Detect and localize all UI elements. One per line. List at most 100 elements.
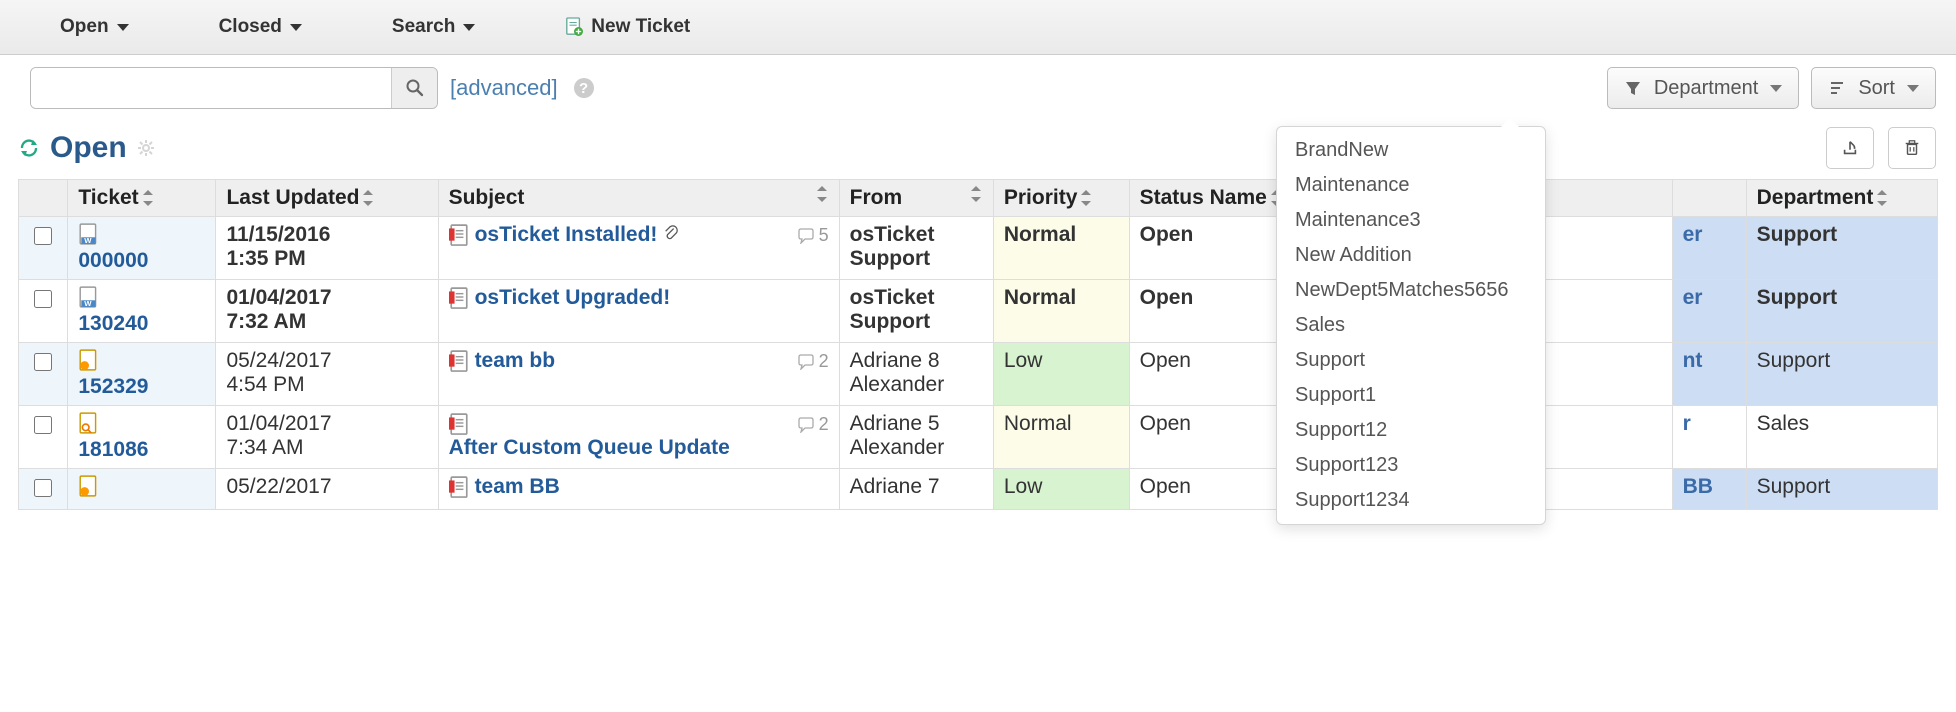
department-menu-item[interactable]: Support xyxy=(1277,343,1545,378)
nav-open-label: Open xyxy=(60,16,109,38)
row-checkbox[interactable] xyxy=(34,416,52,434)
department-menu-item[interactable]: Support1234 xyxy=(1277,483,1545,518)
priority-cell: Normal xyxy=(993,280,1129,343)
caret-down-icon xyxy=(117,24,129,31)
thread-count: 2 xyxy=(797,414,829,435)
search-button[interactable] xyxy=(391,68,437,108)
ticket-number-cell[interactable]: 181086 xyxy=(68,406,216,469)
subject-link[interactable]: team BB xyxy=(475,475,560,498)
search-icon xyxy=(405,78,425,98)
column-from[interactable]: From xyxy=(839,180,993,217)
refresh-icon[interactable] xyxy=(18,137,40,159)
nav-closed[interactable]: Closed xyxy=(219,16,302,38)
ticket-type-icon xyxy=(78,475,100,497)
column-subject[interactable]: Subject xyxy=(438,180,839,217)
row-checkbox[interactable] xyxy=(34,353,52,371)
export-button[interactable] xyxy=(1826,127,1874,169)
ticket-number-cell[interactable]: 152329 xyxy=(68,343,216,406)
row-checkbox[interactable] xyxy=(34,227,52,245)
subject-cell[interactable]: team bb 2 xyxy=(438,343,839,406)
department-menu-item[interactable]: BrandNew xyxy=(1277,133,1545,168)
queue-header: Open xyxy=(0,121,1956,179)
column-ticket[interactable]: Ticket xyxy=(68,180,216,217)
caret-down-icon xyxy=(290,24,302,31)
advanced-search-link[interactable]: [advanced] xyxy=(450,75,558,101)
department-menu-item[interactable]: Sales xyxy=(1277,308,1545,343)
ticket-number-cell[interactable]: 130240 xyxy=(68,280,216,343)
subject-link[interactable]: team bb xyxy=(475,349,556,372)
action-buttons xyxy=(1826,127,1936,169)
subject-link[interactable]: After Custom Queue Update xyxy=(449,436,730,459)
ticket-number-cell[interactable] xyxy=(68,469,216,510)
export-icon xyxy=(1841,139,1859,157)
priority-flag-icon xyxy=(449,287,469,309)
ticket-type-icon xyxy=(78,412,100,434)
department-filter-button[interactable]: Department xyxy=(1607,67,1800,109)
priority-flag-icon xyxy=(449,413,469,435)
thread-count: 2 xyxy=(797,351,829,372)
column-department[interactable]: Department xyxy=(1746,180,1937,217)
gear-icon[interactable] xyxy=(137,139,155,157)
department-menu-item[interactable]: New Addition xyxy=(1277,238,1545,273)
department-menu-item[interactable]: Maintenance xyxy=(1277,168,1545,203)
caret-down-icon xyxy=(1770,85,1782,92)
sort-button[interactable]: Sort xyxy=(1811,67,1936,109)
department-menu-item[interactable]: Maintenance3 xyxy=(1277,203,1545,238)
nav-open[interactable]: Open xyxy=(60,16,129,38)
assignee-cell-partial: er xyxy=(1672,217,1746,280)
priority-flag-icon xyxy=(449,476,469,498)
assignee-cell-partial: r xyxy=(1672,406,1746,469)
ticket-number: 130240 xyxy=(78,312,205,336)
column-checkbox xyxy=(19,180,68,217)
sort-button-label: Sort xyxy=(1858,77,1895,100)
assignee-cell-partial: nt xyxy=(1672,343,1746,406)
last-updated-cell: 01/04/20177:32 AM xyxy=(216,280,438,343)
funnel-icon xyxy=(1624,79,1642,97)
row-checkbox-cell xyxy=(19,217,68,280)
table-row: 18108601/04/20177:34 AMAfter Custom Queu… xyxy=(19,406,1938,469)
assignee-cell-partial: BB xyxy=(1672,469,1746,510)
sort-arrows-icon xyxy=(817,186,829,202)
table-row: 05/22/2017team BBAdriane 7LowOpenBBSuppo… xyxy=(19,469,1938,510)
nav-new-ticket-label: New Ticket xyxy=(591,16,690,38)
nav-new-ticket[interactable]: New Ticket xyxy=(565,16,690,38)
row-checkbox[interactable] xyxy=(34,290,52,308)
subject-cell[interactable]: team BB xyxy=(438,469,839,510)
department-cell: Support xyxy=(1746,469,1937,510)
thread-count: 5 xyxy=(797,225,829,246)
delete-button[interactable] xyxy=(1888,127,1936,169)
department-cell: Support xyxy=(1746,343,1937,406)
caret-down-icon xyxy=(1907,85,1919,92)
priority-flag-icon xyxy=(449,350,469,372)
last-updated-cell: 01/04/20177:34 AM xyxy=(216,406,438,469)
subject-cell[interactable]: osTicket Upgraded! xyxy=(438,280,839,343)
department-dropdown: BrandNewMaintenanceMaintenance3New Addit… xyxy=(1276,126,1546,525)
department-menu-item[interactable]: Support123 xyxy=(1277,448,1545,483)
toolbar: [advanced] ? Department Sort xyxy=(0,55,1956,121)
top-nav: Open Closed Search New Ticket xyxy=(0,0,1956,55)
new-ticket-icon xyxy=(565,16,583,38)
search-input[interactable] xyxy=(31,68,391,108)
queue-title: Open xyxy=(50,131,127,165)
ticket-table: Ticket Last Updated Subject From Priorit… xyxy=(18,179,1938,510)
trash-icon xyxy=(1903,139,1921,157)
ticket-type-icon xyxy=(78,286,100,308)
ticket-type-icon xyxy=(78,349,100,371)
subject-cell[interactable]: osTicket Installed! 5 xyxy=(438,217,839,280)
subject-cell[interactable]: After Custom Queue Update 2 xyxy=(438,406,839,469)
subject-link[interactable]: osTicket Upgraded! xyxy=(475,286,671,309)
ticket-type-icon xyxy=(78,223,100,245)
ticket-number-cell[interactable]: 000000 xyxy=(68,217,216,280)
nav-search[interactable]: Search xyxy=(392,16,475,38)
row-checkbox[interactable] xyxy=(34,479,52,497)
subject-link[interactable]: osTicket Installed! xyxy=(475,223,658,246)
row-checkbox-cell xyxy=(19,469,68,510)
department-menu-item[interactable]: Support1 xyxy=(1277,378,1545,413)
from-cell: Adriane 7 xyxy=(839,469,993,510)
department-menu-item[interactable]: Support12 xyxy=(1277,413,1545,448)
help-icon[interactable]: ? xyxy=(574,78,594,98)
department-menu-item[interactable]: NewDept5Matches5656 xyxy=(1277,273,1545,308)
column-priority[interactable]: Priority xyxy=(993,180,1129,217)
sort-arrows-icon xyxy=(1081,190,1093,206)
column-last-updated[interactable]: Last Updated xyxy=(216,180,438,217)
